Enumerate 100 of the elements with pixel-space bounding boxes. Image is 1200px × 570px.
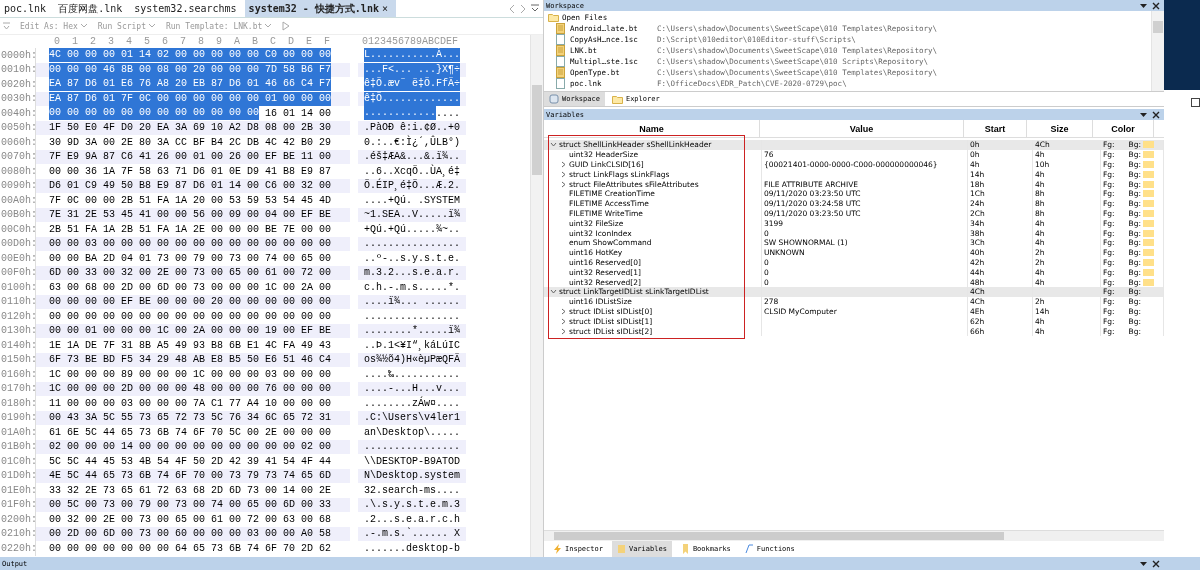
row-offset: 00C0h: [0, 223, 35, 235]
hex-bytes: 00 00 03 00 00 00 00 00 00 00 00 00 00 00 00 00 [49, 238, 332, 250]
hex-bytes: 1C 00 00 00 89 00 00 00 1C 00 00 00 03 00 00 00 [49, 368, 332, 380]
color-swatch[interactable] [1143, 268, 1155, 276]
color-swatch[interactable] [1143, 278, 1155, 286]
dropdown-icon[interactable] [1140, 2, 1147, 9]
vertical-scrollbar[interactable] [1151, 11, 1164, 91]
column-header[interactable]: Size [1027, 120, 1093, 137]
row-offset: 0150h: [0, 354, 35, 366]
hex-bytes: 00 00 01 00 00 00 1C 00 2A 00 00 00 19 00 EF BE [49, 325, 332, 337]
ascii-text: .-.m.s.`...... X [364, 528, 460, 540]
file-tab[interactable]: system32 - 快捷方式.lnk × [244, 0, 396, 17]
ascii-text: +Qú.+Qú.....¾~.. [364, 223, 460, 235]
hex-bytes: 00 43 3A 5C 55 73 65 72 73 5C 76 34 6C 65 72 31 [49, 412, 332, 424]
column-header: D [287, 36, 295, 47]
hex-bytes: 00 00 00 00 00 00 00 00 00 00 00 00 00 00 00 00 [49, 310, 332, 322]
horizontal-scrollbar[interactable] [544, 530, 1164, 541]
row-offset: 00B0h: [0, 209, 35, 221]
chevron-left-icon[interactable] [508, 3, 516, 14]
ascii-text: ..º-..s.y.s.t.e. [364, 252, 460, 264]
column-header: 7 [179, 36, 187, 47]
dropdown-icon[interactable] [530, 3, 540, 14]
row-offset: 0190h: [0, 412, 35, 424]
color-swatch[interactable] [1143, 200, 1155, 208]
close-icon[interactable] [1152, 1, 1160, 10]
chevron-right-icon[interactable] [560, 161, 567, 168]
chevron-right-icon[interactable] [560, 180, 567, 188]
close-icon[interactable] [1152, 559, 1160, 568]
template-file-icon [556, 67, 565, 78]
color-swatch[interactable] [1143, 151, 1155, 159]
row-offset: 01F0h: [0, 499, 35, 511]
column-header[interactable]: Start [964, 120, 1027, 137]
chevron-right-icon[interactable] [560, 327, 567, 335]
function-icon [744, 544, 754, 554]
table-icon [616, 544, 626, 554]
play-icon[interactable] [282, 21, 291, 31]
ascii-text: an\Desktop\..... [364, 426, 460, 438]
column-header: 0 [53, 36, 61, 47]
row-offset: 00E0h: [0, 252, 35, 264]
column-header: 9 [215, 36, 223, 47]
caret-icon [147, 23, 156, 29]
hex-bytes: 00 00 BA 2D 04 01 73 00 79 00 73 00 74 00 65 00 [49, 252, 332, 264]
color-swatch[interactable] [1143, 161, 1155, 168]
file-tab[interactable]: 百度网盘.lnk [54, 0, 131, 17]
column-header[interactable]: Color [1093, 120, 1154, 137]
hex-bytes: 6D 00 33 00 32 00 2E 00 73 00 65 00 61 00 72 00 [49, 267, 332, 279]
row-offset: 0100h: [0, 281, 35, 293]
color-swatch[interactable] [1143, 258, 1155, 266]
color-swatch[interactable] [1143, 170, 1155, 178]
row-offset: 0030h: [0, 93, 35, 105]
column-header: 4 [125, 36, 133, 47]
hex-bytes: 02 00 00 00 14 00 00 00 00 00 00 00 00 00 02 00 [49, 441, 332, 453]
hex-bytes: 00 00 36 1A 7F 58 63 71 D6 01 0E D9 41 B8 E9 87 [49, 165, 332, 177]
hex-bytes: D6 01 C9 49 50 B8 E9 87 D6 01 14 00 C6 00 32 00 [49, 180, 332, 192]
color-swatch[interactable] [1143, 190, 1155, 198]
dropdown-icon[interactable] [1140, 560, 1147, 567]
hex-bytes: 2B 51 FA 1A 2B 51 FA 1A 2E 00 00 00 BE 7E 00 00 [49, 223, 332, 235]
ascii-text: ................ [364, 441, 460, 453]
chevron-right-icon[interactable] [560, 307, 567, 315]
file-icon [556, 78, 565, 89]
chevron-down-icon[interactable] [550, 288, 557, 296]
file-tab[interactable]: system32.searchms [130, 0, 245, 17]
color-swatch[interactable] [1143, 219, 1155, 227]
color-swatch[interactable] [1143, 141, 1155, 149]
hex-bytes: 7F E9 9A 87 C6 41 26 00 01 00 26 00 EF BE 11 00 [49, 151, 332, 163]
ascii-text: Ö.ÉIP¸é‡Ö...Æ.2. [364, 180, 460, 192]
chevron-right-icon[interactable] [560, 170, 567, 178]
ascii-text: 0.:..€:Ì¿´,ÛLB°) [364, 136, 460, 148]
selected-ascii-text: L...........À... [364, 48, 460, 63]
color-swatch[interactable] [1143, 239, 1155, 247]
column-header: F [323, 36, 331, 47]
ascii-text: .2...s.e.a.r.c.h [364, 513, 460, 525]
row-offset: 0090h: [0, 180, 35, 192]
ascii-text: .PàOÐ ê:i.¢Ø..+0 [364, 122, 460, 134]
color-swatch[interactable] [1143, 229, 1155, 237]
row-offset: 0060h: [0, 136, 35, 148]
selected-ascii-text: ê‡Ö.æv¨ ë‡Ö.FfÄ÷ [364, 77, 460, 92]
file-tab[interactable]: poc.lnk [0, 0, 55, 17]
checkbox-icon[interactable] [1191, 98, 1200, 107]
dropdown-icon[interactable] [1140, 111, 1147, 118]
chevron-down-icon[interactable] [550, 141, 557, 149]
selected-hex-bytes: EA 87 D6 01 7F 0C 00 00 00 00 00 00 01 00 00 00 [49, 91, 332, 106]
column-header: 5 [143, 36, 151, 47]
file-icon [556, 34, 565, 45]
vertical-scrollbar[interactable] [530, 35, 543, 557]
ascii-text: os¾½õ4)H«èµPæQFÄ [364, 354, 460, 366]
hex-bytes: 00 2D 00 6D 00 73 00 60 00 00 00 03 00 00 A0 58 [49, 528, 332, 540]
template-file-icon [556, 45, 565, 56]
color-swatch[interactable] [1143, 209, 1155, 217]
column-header[interactable]: Value [760, 120, 964, 137]
color-swatch[interactable] [1143, 180, 1155, 188]
hex-bytes: 30 9D 3A 00 2E 80 3A CC BF B4 2C DB 4C 42 B0 29 [49, 136, 332, 148]
ascii-text: m.3.2...s.e.a.r. [364, 267, 460, 279]
hex-bytes: 16 01 14 00 [265, 107, 332, 119]
ascii-text: ..6..XcqÖ..ÙA¸é‡ [364, 165, 460, 177]
color-swatch[interactable] [1143, 249, 1155, 257]
chevron-right-icon[interactable] [560, 317, 567, 325]
close-icon[interactable] [1152, 110, 1160, 119]
bookmark-icon [680, 544, 690, 554]
column-header[interactable]: Name [544, 120, 760, 137]
